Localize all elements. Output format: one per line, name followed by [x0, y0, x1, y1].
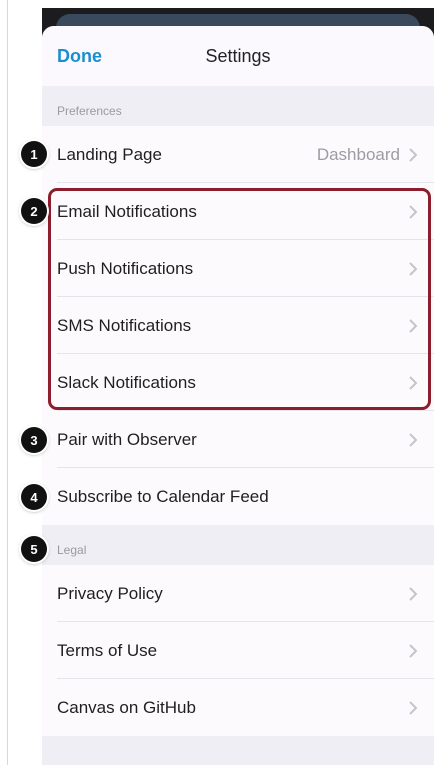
slack-notifications-row[interactable]: Slack Notifications	[42, 354, 434, 411]
settings-sheet: Done Settings Preferences Landing Page D…	[42, 26, 434, 765]
terms-of-use-row[interactable]: Terms of Use	[42, 622, 434, 679]
sheet-footer	[42, 738, 434, 765]
row-label: Push Notifications	[57, 259, 194, 278]
page-title: Settings	[205, 46, 271, 66]
step-marker-5: 5	[21, 536, 47, 562]
step-marker-3: 3	[21, 427, 47, 453]
chevron-right-icon	[409, 376, 418, 390]
subscribe-calendar-feed-row[interactable]: Subscribe to Calendar Feed	[42, 468, 434, 525]
row-label: Slack Notifications	[57, 373, 196, 392]
chevron-right-icon	[409, 262, 418, 276]
row-label: Email Notifications	[57, 202, 197, 221]
canvas-on-github-row[interactable]: Canvas on GitHub	[42, 679, 434, 736]
row-value: Dashboard	[316, 145, 400, 164]
navigation-bar: Done Settings	[42, 26, 434, 87]
row-label: Landing Page	[57, 145, 162, 164]
step-marker-4: 4	[21, 484, 47, 510]
chevron-right-icon	[409, 644, 418, 658]
screenshot-border	[7, 0, 8, 765]
privacy-policy-row[interactable]: Privacy Policy	[42, 565, 434, 622]
row-label: Terms of Use	[57, 641, 158, 660]
chevron-right-icon	[409, 148, 418, 162]
push-notifications-row[interactable]: Push Notifications	[42, 240, 434, 297]
sms-notifications-row[interactable]: SMS Notifications	[42, 297, 434, 354]
chevron-right-icon	[409, 433, 418, 447]
row-label: Canvas on GitHub	[57, 698, 196, 717]
step-marker-2: 2	[21, 198, 47, 224]
section-header-legal: Legal	[42, 525, 434, 565]
pair-with-observer-row[interactable]: Pair with Observer	[42, 411, 434, 468]
email-notifications-row[interactable]: Email Notifications	[42, 183, 434, 240]
chevron-right-icon	[409, 205, 418, 219]
section-header-preferences: Preferences	[42, 86, 434, 126]
section-header-label: Legal	[57, 543, 87, 557]
row-label: SMS Notifications	[57, 316, 192, 335]
chevron-right-icon	[409, 587, 418, 601]
step-marker-1: 1	[21, 141, 47, 167]
chevron-right-icon	[409, 319, 418, 333]
row-label: Privacy Policy	[57, 584, 163, 603]
landing-page-row[interactable]: Landing Page Dashboard	[42, 126, 434, 183]
row-label: Pair with Observer	[57, 430, 197, 449]
section-header-label: Preferences	[57, 104, 122, 118]
row-label: Subscribe to Calendar Feed	[57, 487, 269, 506]
chevron-right-icon	[409, 701, 418, 715]
